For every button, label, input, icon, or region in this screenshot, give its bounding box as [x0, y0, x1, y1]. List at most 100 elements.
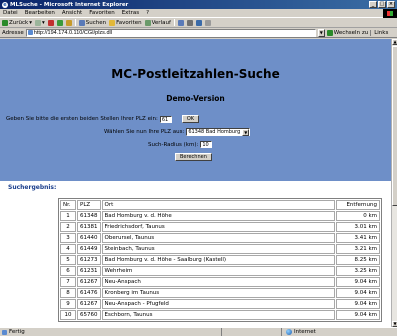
- history-button[interactable]: Verlauf: [144, 19, 171, 26]
- cell-ort: Neu-Anspach - Pfugfeld: [101, 299, 335, 309]
- search-button[interactable]: Suchen: [78, 19, 107, 26]
- home-icon[interactable]: [65, 19, 72, 26]
- close-button[interactable]: ×: [387, 1, 395, 8]
- menu-favoriten[interactable]: Favoriten: [89, 10, 114, 16]
- cell-nr: 2: [60, 222, 76, 232]
- scroll-thumb[interactable]: [392, 46, 397, 206]
- cell-plz: 61267: [77, 277, 101, 287]
- calculate-button[interactable]: Berechnen: [175, 153, 212, 161]
- menu-bearbeiten[interactable]: Bearbeiten: [25, 10, 55, 16]
- cell-ort: Bad Homburg v. d. Höhe - Saalburg (Kaste…: [101, 255, 335, 265]
- header-plz: PLZ: [77, 200, 101, 210]
- cell-distance: 3.41 km: [336, 233, 380, 243]
- address-input[interactable]: http://194.174.0.110/CGI/plzs.dll: [25, 28, 316, 37]
- search-label: Suchen: [85, 19, 107, 26]
- plz-prompt: Geben Sie bitte die ersten beiden Stelle…: [6, 116, 158, 122]
- go-arrow-icon: [326, 29, 333, 36]
- table-row: 2 61381 Friedrichsdorf, Taunus 3.01 km: [60, 222, 380, 232]
- radius-prompt: Such-Radius (km):: [148, 141, 199, 148]
- back-dropdown-icon[interactable]: ▾: [29, 20, 32, 26]
- back-arrow-icon: [2, 19, 8, 26]
- cell-plz: 61381: [77, 222, 101, 232]
- cell-nr: 8: [60, 288, 76, 298]
- cell-ort: Oberursel, Taunus: [101, 233, 335, 243]
- menu-extras[interactable]: Extras: [122, 10, 139, 16]
- zone-text: Internet: [294, 329, 316, 335]
- cell-plz: 65760: [77, 310, 101, 320]
- menu-bar: Datei Bearbeiten Ansicht Favoriten Extra…: [0, 9, 397, 18]
- cell-nr: 10: [60, 310, 76, 320]
- cell-distance: 9.04 km: [336, 310, 380, 320]
- cell-ort: Bad Homburg v. d. Höhe: [101, 211, 335, 221]
- cell-ort: Kronberg im Taunus: [101, 288, 335, 298]
- minimize-button[interactable]: _: [369, 1, 377, 8]
- plz-select-row: Wählen Sie nun Ihre PLZ aus: 61348 Bad H…: [104, 128, 251, 136]
- calc-wrap: Berechnen: [175, 153, 212, 161]
- cell-plz: 61440: [77, 233, 101, 243]
- cell-plz: 61231: [77, 266, 101, 276]
- cell-ort: Neu-Anspach: [101, 277, 335, 287]
- cell-plz: 61449: [77, 244, 101, 254]
- page-content: MC-Postleitzahlen-Suche Demo-Version Geb…: [0, 39, 391, 327]
- back-button[interactable]: Zurück ▾: [2, 19, 32, 26]
- globe-icon: [286, 329, 292, 335]
- results-table: Nr. PLZ Ort Entfernung 1 61348 Bad Hombu…: [58, 198, 382, 322]
- status-bar: Fertig Internet: [0, 327, 397, 336]
- address-dropdown-icon[interactable]: ▼: [317, 28, 325, 37]
- address-bar: Adresse http://194.174.0.110/CGI/plzs.dl…: [0, 28, 397, 38]
- radius-input[interactable]: 10: [200, 141, 213, 148]
- ie-logo-icon: e: [2, 1, 8, 8]
- cell-distance: 9.04 km: [336, 288, 380, 298]
- vertical-scrollbar[interactable]: ▲ ▼: [391, 39, 397, 327]
- menu-help[interactable]: ?: [146, 10, 149, 16]
- status-zone: Internet: [282, 329, 316, 335]
- cell-nr: 6: [60, 266, 76, 276]
- table-row: 10 65760 Eschborn, Taunus 9.04 km: [60, 310, 380, 320]
- windows-logo-icon: [383, 9, 397, 18]
- chevron-down-icon[interactable]: ▼: [242, 128, 250, 136]
- table-row: 9 61267 Neu-Anspach - Pfugfeld 9.04 km: [60, 299, 380, 309]
- print-icon[interactable]: [186, 19, 193, 26]
- menu-ansicht[interactable]: Ansicht: [62, 10, 82, 16]
- cell-distance: 0 km: [336, 211, 380, 221]
- forward-button[interactable]: ▾: [34, 19, 45, 26]
- plz-select[interactable]: 61348 Bad Homburg v.d. Höhe ▼: [186, 128, 251, 136]
- address-url: http://194.174.0.110/CGI/plzs.dll: [33, 29, 112, 36]
- links-button[interactable]: Links: [370, 29, 388, 36]
- stop-icon[interactable]: [47, 19, 54, 26]
- table-row: 1 61348 Bad Homburg v. d. Höhe 0 km: [60, 211, 380, 221]
- mail-icon[interactable]: [177, 19, 184, 26]
- maximize-button[interactable]: □: [378, 1, 386, 8]
- cell-distance: 3.21 km: [336, 244, 380, 254]
- cell-nr: 7: [60, 277, 76, 287]
- ok-button[interactable]: OK: [181, 115, 200, 123]
- forward-dropdown-icon[interactable]: ▾: [42, 20, 45, 26]
- cell-plz: 61348: [77, 211, 101, 221]
- status-panel: [222, 327, 282, 336]
- status-text: Fertig: [9, 329, 25, 335]
- page-subtitle: Demo-Version: [166, 94, 225, 103]
- scroll-up-icon[interactable]: ▲: [392, 39, 397, 45]
- menu-datei[interactable]: Datei: [3, 10, 18, 16]
- table-header-row: Nr. PLZ Ort Entfernung: [60, 200, 380, 210]
- favorites-label: Favoriten: [116, 19, 142, 26]
- favorites-button[interactable]: Favoriten: [109, 19, 142, 26]
- cell-nr: 1: [60, 211, 76, 221]
- window-controls: _ □ ×: [369, 1, 397, 8]
- refresh-icon[interactable]: [56, 19, 63, 26]
- table-row: 3 61440 Oberursel, Taunus 3.41 km: [60, 233, 380, 243]
- plz-prefix-input[interactable]: 61: [159, 115, 172, 123]
- table-row: 6 61231 Wehrheim 3.25 km: [60, 266, 380, 276]
- go-button[interactable]: Wechseln zu: [326, 29, 369, 36]
- header-nr: Nr.: [60, 200, 76, 210]
- toolbar-separator: [74, 19, 76, 26]
- forward-arrow-icon: [34, 19, 41, 26]
- back-label: Zurück: [9, 19, 29, 26]
- page-title: MC-Postleitzahlen-Suche: [111, 67, 280, 81]
- go-label: Wechseln zu: [333, 29, 369, 36]
- history-label: Verlauf: [151, 19, 171, 26]
- page-icon: [27, 30, 33, 35]
- edit-icon[interactable]: [195, 19, 202, 26]
- discuss-icon[interactable]: [204, 19, 211, 26]
- result-heading: Suchergebnis:: [8, 184, 57, 191]
